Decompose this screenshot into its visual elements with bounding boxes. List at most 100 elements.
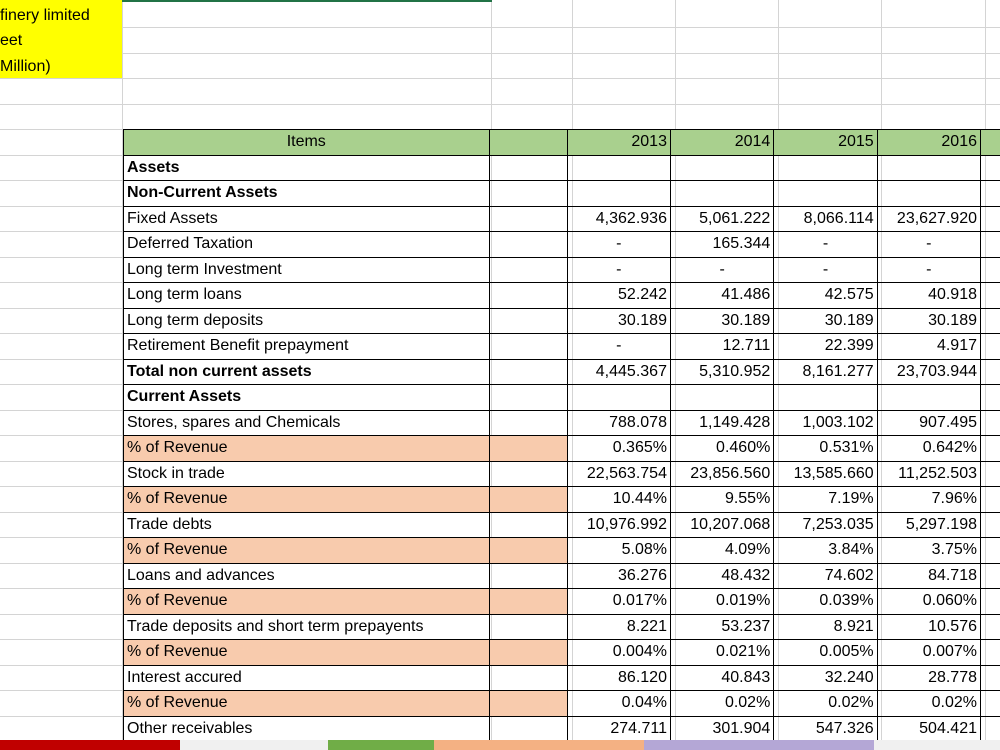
overflow-cell[interactable] [980,639,1000,666]
row-label-cell[interactable]: % of Revenue [123,690,490,717]
overflow-cell[interactable] [980,129,1000,156]
row-label-cell[interactable]: Long term loans [123,282,490,309]
value-cell[interactable]: 23,703.944 [876,358,982,385]
value-cell[interactable]: 40.843 [669,664,775,691]
value-cell[interactable]: 0.007% [876,639,982,666]
value-cell[interactable]: 7.96% [876,486,982,513]
overflow-cell[interactable] [980,537,1000,564]
overflow-cell[interactable] [980,715,1000,742]
overflow-cell[interactable] [980,562,1000,589]
value-cell[interactable]: 4.917 [876,333,982,360]
row-label-cell[interactable]: Retirement Benefit prepayment [123,333,490,360]
blank-cell[interactable] [488,180,568,207]
year-header-cell[interactable]: 2016 [876,129,982,156]
blank-cell[interactable] [488,231,568,258]
overflow-cell[interactable] [980,435,1000,462]
row-label-cell[interactable]: % of Revenue [123,639,490,666]
blank-cell[interactable] [488,588,568,615]
row-label-cell[interactable]: Interest accured [123,664,490,691]
value-cell[interactable]: 4,445.367 [566,358,671,385]
value-cell[interactable]: 10,207.068 [669,511,775,538]
value-cell[interactable]: 30.189 [566,307,671,334]
blank-cell[interactable] [488,384,568,411]
overflow-cell[interactable] [980,256,1000,283]
value-cell[interactable]: 12.711 [669,333,775,360]
overflow-cell[interactable] [980,180,1000,207]
blank-cell[interactable] [488,435,568,462]
overflow-cell[interactable] [980,282,1000,309]
year-header-cell[interactable]: 2014 [669,129,775,156]
value-cell[interactable]: 3.75% [876,537,982,564]
value-cell[interactable] [876,154,982,181]
blank-cell[interactable] [488,511,568,538]
value-cell[interactable]: - [669,256,775,283]
items-header-cell[interactable]: Items [123,129,490,156]
sheet-tab[interactable] [434,740,644,750]
value-cell[interactable] [566,384,671,411]
value-cell[interactable] [773,154,878,181]
blank-cell[interactable] [488,715,568,742]
value-cell[interactable]: 0.039% [773,588,878,615]
value-cell[interactable]: - [566,256,671,283]
row-label-cell[interactable]: Non-Current Assets [123,180,490,207]
value-cell[interactable]: 8,066.114 [773,205,878,232]
value-cell[interactable]: 3.84% [773,537,878,564]
value-cell[interactable]: 52.242 [566,282,671,309]
value-cell[interactable]: 8.221 [566,613,671,640]
blank-cell[interactable] [488,639,568,666]
value-cell[interactable] [669,154,775,181]
value-cell[interactable] [669,180,775,207]
blank-cell[interactable] [488,409,568,436]
value-cell[interactable]: 0.02% [773,690,878,717]
value-cell[interactable] [773,384,878,411]
row-label-cell[interactable]: Deferred Taxation [123,231,490,258]
row-label-cell[interactable]: Stores, spares and Chemicals [123,409,490,436]
value-cell[interactable]: 301.904 [669,715,775,742]
value-cell[interactable]: 7.19% [773,486,878,513]
row-label-cell[interactable]: Long term deposits [123,307,490,334]
value-cell[interactable]: 41.486 [669,282,775,309]
overflow-cell[interactable] [980,358,1000,385]
overflow-cell[interactable] [980,307,1000,334]
value-cell[interactable]: 165.344 [669,231,775,258]
blank-cell[interactable] [488,205,568,232]
blank-cell[interactable] [488,307,568,334]
value-cell[interactable]: 4,362.936 [566,205,671,232]
value-cell[interactable]: 30.189 [876,307,982,334]
row-label-cell[interactable]: % of Revenue [123,486,490,513]
sheet-title-block[interactable]: finery limited eet Million) [0,0,122,78]
overflow-cell[interactable] [980,613,1000,640]
overflow-cell[interactable] [980,384,1000,411]
value-cell[interactable]: 74.602 [773,562,878,589]
value-cell[interactable]: 0.642% [876,435,982,462]
value-cell[interactable]: - [566,333,671,360]
value-cell[interactable]: 84.718 [876,562,982,589]
blank-header-cell[interactable] [488,129,568,156]
value-cell[interactable]: 32.240 [773,664,878,691]
overflow-cell[interactable] [980,333,1000,360]
year-header-cell[interactable]: 2015 [773,129,878,156]
value-cell[interactable]: - [773,256,878,283]
value-cell[interactable]: 10.576 [876,613,982,640]
overflow-cell[interactable] [980,690,1000,717]
row-label-cell[interactable]: Stock in trade [123,460,490,487]
blank-cell[interactable] [488,537,568,564]
value-cell[interactable]: 0.04% [566,690,671,717]
value-cell[interactable]: 10.44% [566,486,671,513]
value-cell[interactable]: 30.189 [773,307,878,334]
overflow-cell[interactable] [980,511,1000,538]
row-label-cell[interactable]: % of Revenue [123,435,490,462]
blank-cell[interactable] [488,256,568,283]
value-cell[interactable]: - [876,256,982,283]
value-cell[interactable] [566,180,671,207]
blank-cell[interactable] [488,562,568,589]
overflow-cell[interactable] [980,231,1000,258]
blank-cell[interactable] [488,664,568,691]
value-cell[interactable]: 8,161.277 [773,358,878,385]
value-cell[interactable]: 0.02% [669,690,775,717]
value-cell[interactable]: - [876,231,982,258]
value-cell[interactable]: 40.918 [876,282,982,309]
row-label-cell[interactable]: % of Revenue [123,537,490,564]
value-cell[interactable]: 5,297.198 [876,511,982,538]
row-label-cell[interactable]: Other receivables [123,715,490,742]
